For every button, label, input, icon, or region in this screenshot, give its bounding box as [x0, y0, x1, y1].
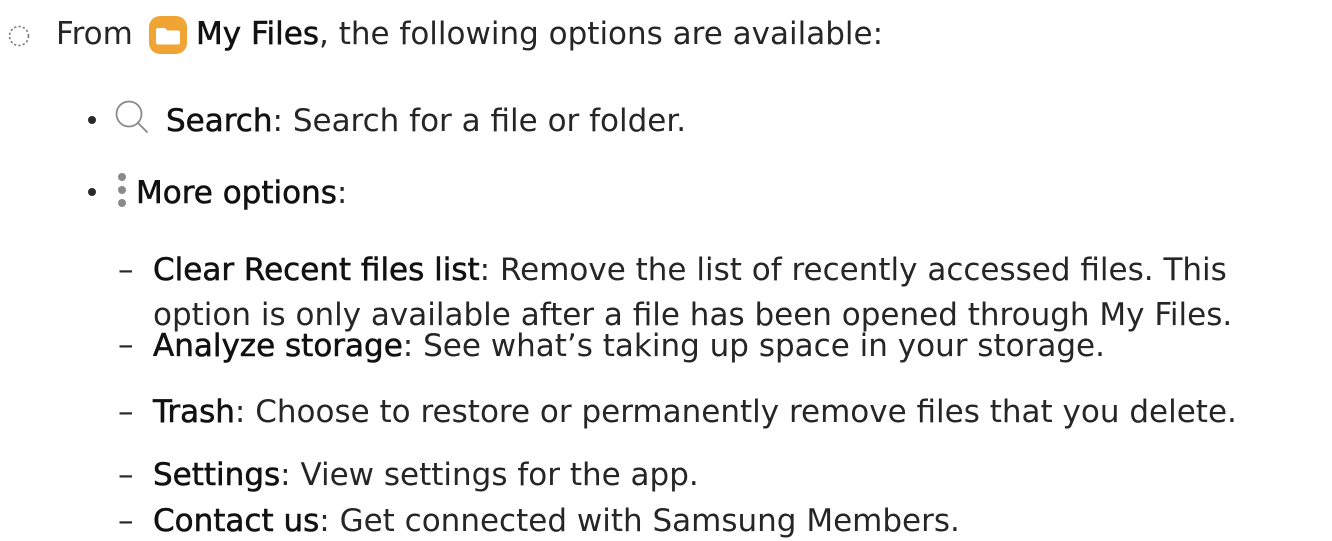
- dash-marker: –: [118, 327, 134, 363]
- sub-item-trash: Trash: Choose to restore or permanently …: [153, 392, 1237, 432]
- sub-item-title-analyze-storage: Analyze storage: [153, 328, 403, 365]
- sub-item-clear-recent: Clear Recent files list: Remove the list…: [153, 250, 1227, 290]
- sub-item-desc-trash: : Choose to restore or permanently remov…: [234, 394, 1237, 430]
- option-search: Search: Search for a file or folder.: [166, 101, 686, 141]
- dash-marker: –: [118, 394, 134, 430]
- sub-item-settings: Settings: View settings for the app.: [153, 455, 699, 495]
- dash-marker: –: [118, 457, 134, 493]
- sub-item-title-contact-us: Contact us: [153, 503, 320, 540]
- app-name-my-files: My Files: [196, 16, 320, 53]
- sub-item-desc-contact-us: : Get connected with Samsung Members.: [319, 503, 960, 539]
- dash-marker: –: [118, 503, 134, 539]
- option-title-search: Search: [166, 103, 273, 140]
- bullet: [88, 116, 96, 124]
- sub-item-desc-analyze-storage: : See what’s taking up space in your sto…: [402, 328, 1105, 364]
- intro-suffix: , the following options are available:: [318, 16, 884, 52]
- dotted-circle-icon: [8, 25, 30, 47]
- option-desc-search: : Search for a file or folder.: [272, 103, 687, 139]
- search-icon: [115, 100, 148, 133]
- folder-app-icon: [149, 16, 187, 54]
- option-desc-more-options: :: [336, 175, 348, 211]
- dash-marker: –: [118, 252, 134, 288]
- option-more-options: More options:: [136, 173, 348, 213]
- intro-rest: My Files, the following options are avai…: [196, 14, 883, 54]
- sub-item-title-trash: Trash: [153, 394, 235, 431]
- more-options-icon: [118, 173, 126, 207]
- intro-prefix: From: [56, 16, 133, 52]
- intro-line: From: [56, 14, 133, 54]
- bullet: [88, 188, 96, 196]
- sub-item-title-clear-recent: Clear Recent files list: [153, 252, 480, 289]
- sub-item-desc-settings: : View settings for the app.: [280, 457, 699, 493]
- sub-item-title-settings: Settings: [153, 457, 281, 494]
- document-page: From My Files, the following options are…: [0, 0, 1332, 540]
- sub-item-desc-clear-recent: : Remove the list of recently accessed f…: [479, 252, 1227, 288]
- sub-item-analyze-storage: Analyze storage: See what’s taking up sp…: [153, 326, 1105, 366]
- sub-item-contact-us: Contact us: Get connected with Samsung M…: [153, 501, 960, 541]
- option-title-more-options: More options: [136, 175, 337, 212]
